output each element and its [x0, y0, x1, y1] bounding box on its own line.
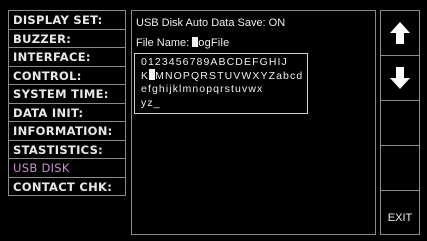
- exit-button[interactable]: EXIT: [381, 191, 419, 234]
- menu-item-system-time[interactable]: SYSTEM TIME:: [8, 85, 126, 104]
- menu-item-control[interactable]: CONTROL:: [8, 66, 126, 85]
- settings-menu: DISPLAY SET: BUZZER: INTERFACE: CONTROL:…: [8, 10, 126, 231]
- instrument-screen: DISPLAY SET: BUZZER: INTERFACE: CONTROL:…: [0, 0, 427, 241]
- menu-item-display-set[interactable]: DISPLAY SET:: [8, 11, 126, 30]
- arrow-up-icon: [390, 22, 410, 44]
- soft-key-3[interactable]: [381, 101, 419, 146]
- soft-key-4[interactable]: [381, 146, 419, 191]
- charset-row[interactable]: K MNOPQRSTUVWXYZabcd: [141, 69, 303, 82]
- menu-item-statistics[interactable]: STASTISTICS:: [8, 140, 126, 159]
- file-name-field[interactable]: ogFile: [192, 37, 229, 49]
- character-selector[interactable]: 0123456789ABCDEFGHIJ K MNOPQRSTUVWXYZabcd…: [134, 53, 308, 114]
- menu-item-buzzer[interactable]: BUZZER:: [8, 29, 126, 48]
- usb-disk-panel: USB Disk Auto Data Save: ON File Name: o…: [131, 10, 376, 235]
- menu-item-data-init[interactable]: DATA INIT:: [8, 103, 126, 122]
- charset-row-text: MNOPQRSTUVWXYZabcd: [155, 70, 304, 82]
- file-name-label: File Name:: [136, 37, 190, 49]
- charset-row-prefix: K: [141, 70, 150, 82]
- menu-item-usb-disk[interactable]: USB DISK: [8, 159, 126, 178]
- exit-label: EXIT: [387, 212, 413, 224]
- menu-item-interface[interactable]: INTERFACE:: [8, 48, 126, 67]
- charset-row[interactable]: 0123456789ABCDEFGHIJ: [141, 56, 288, 68]
- down-button[interactable]: [381, 56, 419, 101]
- auto-save-status: USB Disk Auto Data Save: ON: [136, 17, 286, 29]
- file-name-value: ogFile: [198, 37, 230, 49]
- soft-key-panel: EXIT: [380, 10, 420, 235]
- arrow-down-icon: [390, 67, 410, 89]
- file-name-row: File Name: ogFile: [136, 37, 229, 49]
- charset-row[interactable]: yz_: [141, 97, 161, 109]
- up-button[interactable]: [381, 11, 419, 56]
- menu-item-information[interactable]: INFORMATION:: [8, 122, 126, 141]
- charset-row[interactable]: efghijklmnopqrstuvwx: [141, 83, 263, 95]
- menu-item-contact-chk[interactable]: CONTACT CHK:: [8, 177, 126, 196]
